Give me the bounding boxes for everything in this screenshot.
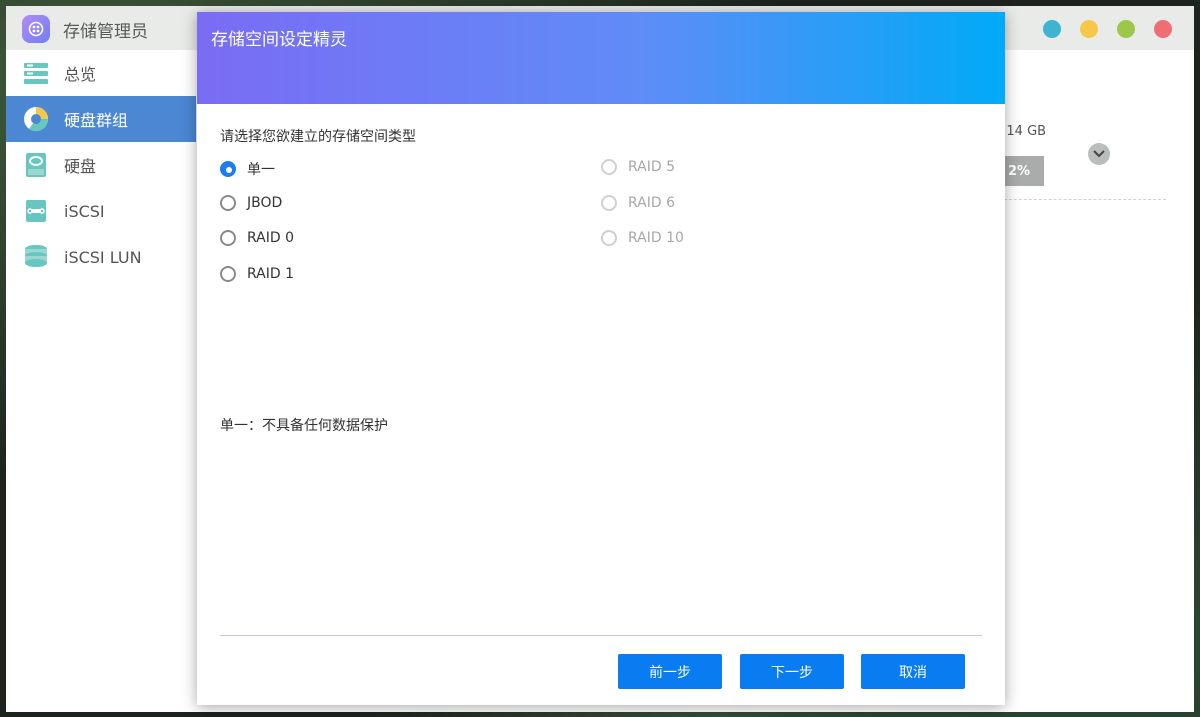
storage-manager-logo-icon (22, 15, 50, 43)
radio-option-raid6: RAID 6 (601, 195, 675, 211)
lun-icon (23, 244, 49, 270)
storage-wizard-dialog: 存储空间设定精灵 请选择您欲建立的存储空间类型 单一 JBOD RAID 0 R… (197, 12, 1005, 705)
radio-option-raid1[interactable]: RAID 1 (220, 266, 294, 282)
sidebar-item-label: 总览 (64, 65, 97, 84)
next-button[interactable]: 下一步 (740, 654, 844, 689)
radio-button[interactable] (220, 195, 236, 211)
sidebar-item-label: 硬盘群组 (64, 111, 129, 130)
prev-button[interactable]: 前一步 (618, 654, 722, 689)
radio-label: RAID 1 (247, 266, 295, 282)
volume-group-icon (23, 106, 49, 132)
radio-button (601, 230, 617, 246)
footer-divider (220, 635, 982, 636)
radio-option-raid0[interactable]: RAID 0 (220, 230, 294, 246)
cancel-button[interactable]: 取消 (861, 654, 965, 689)
iscsi-icon (23, 198, 49, 224)
radio-label: RAID 5 (628, 159, 676, 175)
radio-label: 单一 (247, 162, 275, 178)
sidebar-item-disk[interactable]: 硬盘 (6, 142, 196, 188)
radio-button (601, 159, 617, 175)
radio-button[interactable] (220, 230, 236, 246)
radio-option-jbod[interactable]: JBOD (220, 195, 282, 211)
option-description: 单一：不具备任何数据保护 (220, 418, 388, 434)
window-help-button[interactable] (1043, 20, 1061, 38)
radio-option-single[interactable]: 单一 (220, 159, 275, 179)
sidebar-item-label: iSCSI (64, 201, 105, 221)
radio-label: RAID 10 (628, 230, 684, 246)
radio-button (601, 195, 617, 211)
radio-label: JBOD (247, 195, 283, 211)
sidebar-item-overview[interactable]: 总览 (6, 50, 196, 96)
sidebar-item-iscsi-lun[interactable]: iSCSI LUN (6, 234, 196, 280)
radio-label: RAID 6 (628, 195, 676, 211)
overview-icon (23, 60, 49, 86)
sidebar-item-volume-group[interactable]: 硬盘群组 (6, 96, 196, 142)
radio-button[interactable] (220, 266, 236, 282)
sidebar-item-label: 硬盘 (64, 157, 97, 176)
chevron-down-icon[interactable] (1088, 143, 1110, 165)
radio-option-raid10: RAID 10 (601, 230, 684, 246)
wizard-title: 存储空间设定精灵 (211, 30, 347, 50)
window-maximize-button[interactable] (1117, 20, 1135, 38)
app-title: 存储管理员 (63, 22, 148, 42)
radio-label: RAID 0 (247, 230, 295, 246)
sidebar-item-iscsi[interactable]: iSCSI (6, 188, 196, 234)
sidebar: 总览 硬盘群组 硬盘 iSCSI iSCSI LUN (6, 50, 196, 712)
window-close-button[interactable] (1154, 20, 1172, 38)
sidebar-item-label: iSCSI LUN (64, 247, 142, 267)
radio-button[interactable] (220, 161, 236, 177)
disk-icon (23, 152, 49, 178)
window-minimize-button[interactable] (1080, 20, 1098, 38)
radio-option-raid5: RAID 5 (601, 159, 675, 175)
wizard-prompt: 请选择您欲建立的存储空间类型 (220, 129, 416, 145)
divider (994, 199, 1166, 200)
wizard-header: 存储空间设定精灵 (197, 12, 1005, 104)
